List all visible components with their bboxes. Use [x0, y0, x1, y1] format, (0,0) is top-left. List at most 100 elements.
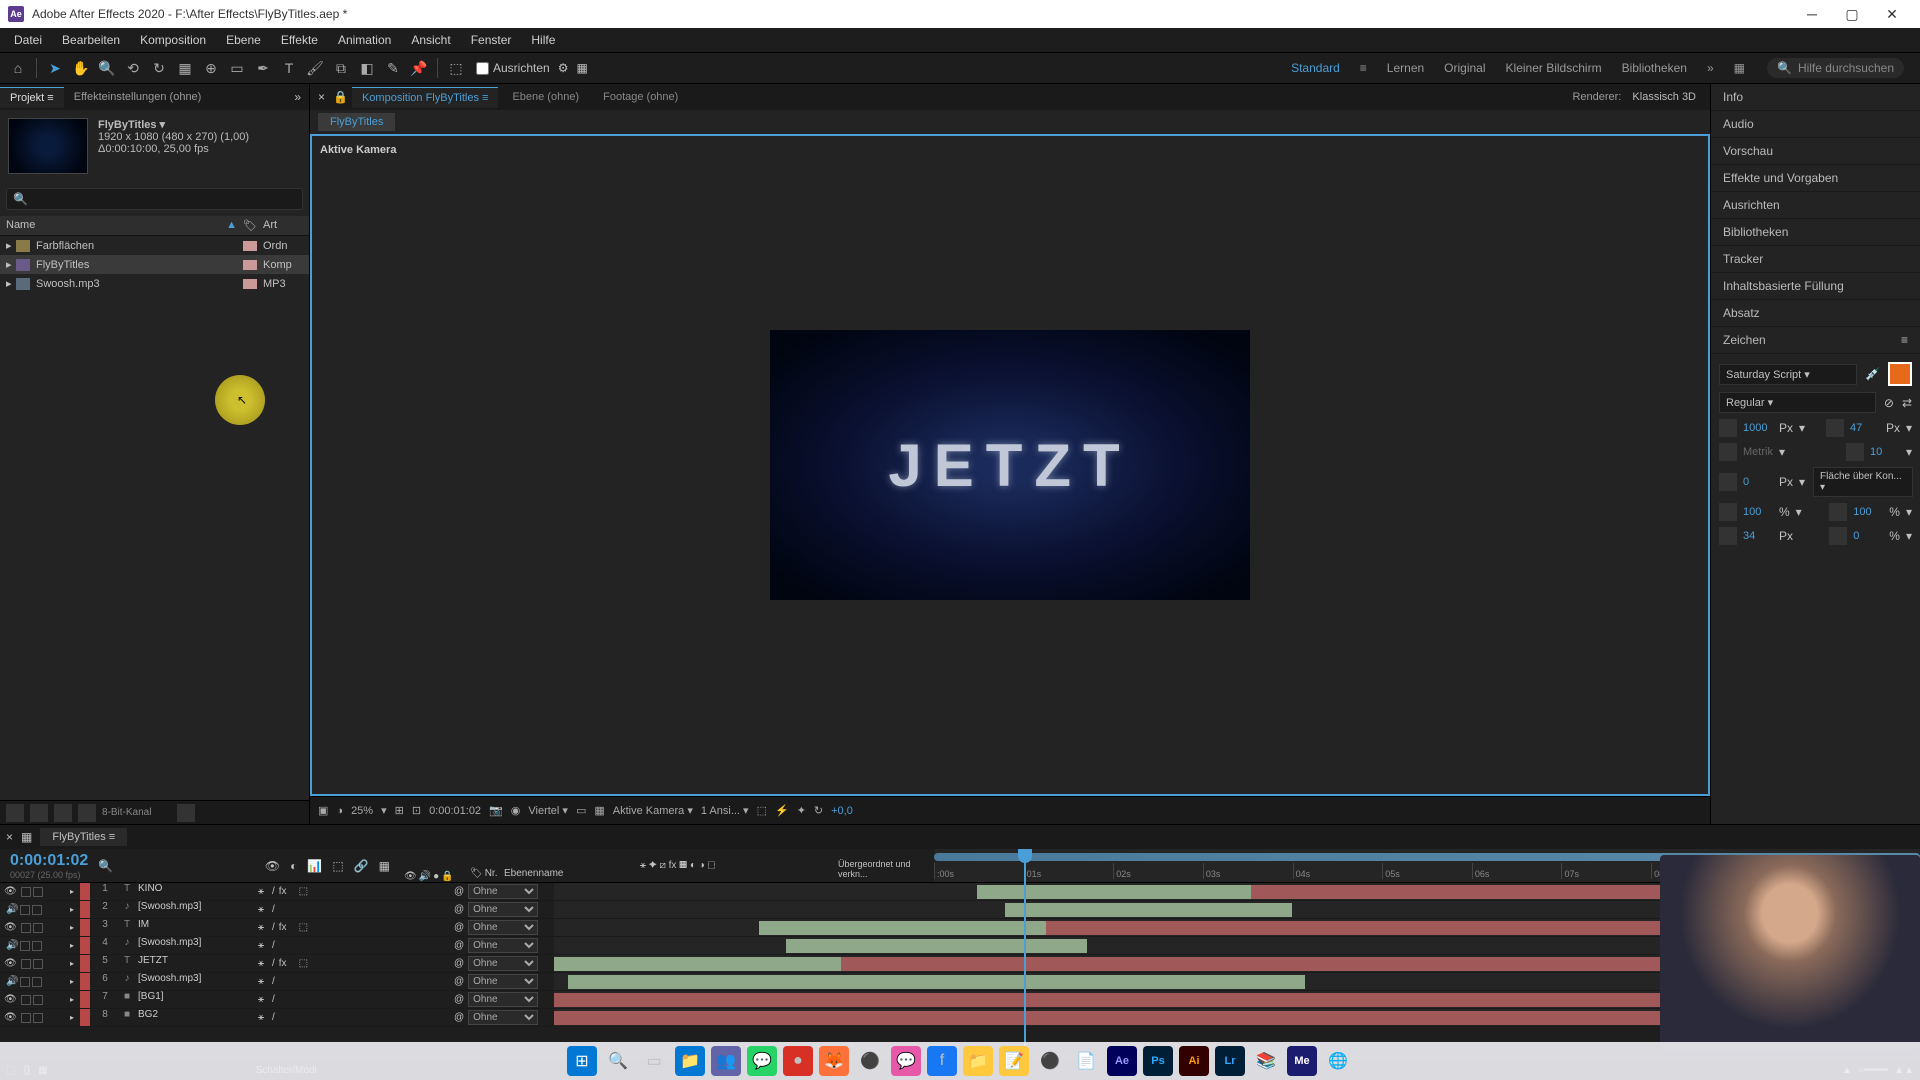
swap-colors-icon[interactable]: ⇄	[1902, 396, 1912, 410]
panel-ausrichten[interactable]: Ausrichten	[1711, 192, 1920, 219]
tab-projekt[interactable]: Projekt ≡	[0, 87, 64, 108]
tl-link-icon[interactable]: 🔗	[354, 859, 369, 873]
switch-speaker-icon[interactable]: 🔊	[419, 871, 431, 882]
composition-canvas[interactable]: JETZT	[770, 330, 1250, 600]
camera-dropdown[interactable]: Aktive Kamera ▾	[613, 804, 693, 817]
clone-tool-icon[interactable]: ⧉	[329, 56, 353, 80]
font-family-dropdown[interactable]: Saturday Script ▾	[1719, 364, 1857, 385]
tl-shy-icon[interactable]: 👁	[265, 859, 280, 873]
facebook-icon[interactable]: f	[927, 1046, 957, 1076]
new-folder-icon[interactable]	[30, 804, 48, 822]
viewer-subtab[interactable]: FlyByTitles	[318, 113, 395, 131]
taskbar-search-icon[interactable]: 🔍	[603, 1046, 633, 1076]
eraser-tool-icon[interactable]: ◧	[355, 56, 379, 80]
baseline-value[interactable]: 34	[1743, 530, 1773, 542]
selection-tool-icon[interactable]: ➤	[43, 56, 67, 80]
vf-guide-icon[interactable]: ⊡	[412, 804, 421, 817]
ausrichten-checkbox[interactable]	[476, 62, 489, 75]
minimize-button[interactable]: ─	[1792, 0, 1832, 28]
workspace-bar-icon[interactable]: ≡	[1360, 61, 1367, 75]
timeline-layer-row[interactable]: 🔊 ▸ 4 ♪ [Swoosh.mp3] ⚹/ @Ohne	[0, 937, 1920, 955]
taskview-icon[interactable]: ▭	[639, 1046, 669, 1076]
parent-dropdown[interactable]: Ohne	[468, 974, 538, 989]
tl-draft3d-icon[interactable]: ⬚	[332, 859, 343, 873]
firefox-icon[interactable]: 🦊	[819, 1046, 849, 1076]
menu-datei[interactable]: Datei	[4, 30, 52, 50]
tab-komposition[interactable]: Komposition FlyByTitles ≡	[352, 87, 498, 108]
switch-eye-icon[interactable]: 👁	[404, 871, 417, 882]
vf-3d-icon[interactable]: ⬚	[757, 804, 767, 817]
kerning-value[interactable]: Metrik	[1743, 446, 1773, 458]
vf-refresh-icon[interactable]: ↻	[814, 804, 823, 817]
menu-animation[interactable]: Animation	[328, 30, 401, 50]
sort-asc-icon[interactable]: ▲	[226, 219, 237, 232]
interpret-footage-icon[interactable]	[6, 804, 24, 822]
tsume-value[interactable]: 0	[1853, 530, 1883, 542]
workspace-kleiner[interactable]: Kleiner Bildschirm	[1506, 61, 1602, 75]
vf-snapshot-icon[interactable]: 📷	[489, 804, 503, 817]
project-item-list[interactable]: ▸FarbflächenOrdn▸FlyByTitlesKomp▸Swoosh.…	[0, 236, 309, 800]
hand-tool-icon[interactable]: ✋	[69, 56, 93, 80]
panel-absatz[interactable]: Absatz	[1711, 300, 1920, 327]
col-art[interactable]: Art	[263, 219, 303, 232]
parent-dropdown[interactable]: Ohne	[468, 1010, 538, 1025]
notes-icon[interactable]: 📝	[999, 1046, 1029, 1076]
menu-hilfe[interactable]: Hilfe	[521, 30, 565, 50]
panel-vorschau[interactable]: Vorschau	[1711, 138, 1920, 165]
panel-chevron-icon[interactable]: »	[286, 86, 309, 108]
workspace-original[interactable]: Original	[1444, 61, 1485, 75]
project-search[interactable]: 🔍	[6, 188, 303, 210]
workspace-grid-icon[interactable]: ▦	[1734, 61, 1745, 75]
workspace-more-icon[interactable]: »	[1707, 61, 1714, 75]
roto-tool-icon[interactable]: ✎	[381, 56, 405, 80]
snap-options-icon[interactable]: ⚙	[558, 61, 569, 75]
snap-grid-icon[interactable]: ▦	[576, 61, 587, 75]
workspace-bibliotheken[interactable]: Bibliotheken	[1622, 61, 1687, 75]
adjust-icon[interactable]	[78, 804, 96, 822]
pen-tool-icon[interactable]: ✒	[251, 56, 275, 80]
viewer-lock-icon[interactable]: 🔒	[333, 90, 348, 104]
vf-draft-icon[interactable]: ⚡	[775, 804, 789, 817]
fill-over-dropdown[interactable]: Fläche über Kon... ▾	[1813, 467, 1913, 497]
col-label[interactable]: 🏷	[243, 219, 263, 232]
panel-zeichen[interactable]: Zeichen≡	[1711, 327, 1920, 354]
rotate-tool-icon[interactable]: ↻	[147, 56, 171, 80]
brush-tool-icon[interactable]: 🖌	[303, 56, 327, 80]
vf-transparent-icon[interactable]: ▦	[594, 804, 604, 817]
folder-icon[interactable]: 📁	[963, 1046, 993, 1076]
timeline-layers[interactable]: 👁 ▸ 1 T KINO ⚹/fx⬚ @Ohne 🔊 ▸ 2 ♪ [Swoosh…	[0, 883, 1920, 1060]
menu-fenster[interactable]: Fenster	[461, 30, 522, 50]
vf-mask-icon[interactable]: ◑	[336, 805, 343, 817]
close-button[interactable]: ✕	[1872, 0, 1912, 28]
trash-icon[interactable]	[177, 804, 195, 822]
puppet-tool-icon[interactable]: 📌	[407, 56, 431, 80]
home-icon[interactable]: ⌂	[6, 56, 30, 80]
help-search[interactable]: 🔍 Hilfe durchsuchen	[1767, 58, 1904, 78]
vf-channel-icon[interactable]: ◉	[511, 804, 521, 817]
menu-effekte[interactable]: Effekte	[271, 30, 328, 50]
vf-roi-icon[interactable]: ▭	[576, 804, 586, 817]
maximize-button[interactable]: ▢	[1832, 0, 1872, 28]
camera-tool-icon[interactable]: ▦	[173, 56, 197, 80]
after-effects-icon[interactable]: Ae	[1107, 1046, 1137, 1076]
zoom-dropdown-icon[interactable]: ▾	[381, 804, 387, 817]
col-name[interactable]: Name	[6, 219, 226, 232]
renderer-value[interactable]: Klassisch 3D	[1632, 91, 1696, 103]
pan-behind-tool-icon[interactable]: ⊕	[199, 56, 223, 80]
bpc-label[interactable]: 8-Bit-Kanal	[102, 807, 151, 818]
tl-blur-icon[interactable]: ◐	[290, 859, 297, 873]
whatsapp-icon[interactable]: 💬	[747, 1046, 777, 1076]
app-misc-icon[interactable]: ⚫	[855, 1046, 885, 1076]
fill-color-swatch[interactable]	[1888, 362, 1912, 386]
type-tool-icon[interactable]: T	[277, 56, 301, 80]
timeline-timecode[interactable]: 0:00:01:02	[10, 852, 88, 870]
teams-icon[interactable]: 👥	[711, 1046, 741, 1076]
timeline-layer-row[interactable]: 🔊 ▸ 2 ♪ [Swoosh.mp3] ⚹/ @Ohne	[0, 901, 1920, 919]
workspace-lernen[interactable]: Lernen	[1387, 61, 1424, 75]
label-col-icon[interactable]: 🏷	[470, 868, 483, 879]
font-style-dropdown[interactable]: Regular ▾	[1719, 392, 1876, 413]
tab-footage[interactable]: Footage (ohne)	[593, 87, 688, 107]
viewer-close-icon[interactable]: ×	[314, 90, 329, 104]
playhead[interactable]	[1024, 849, 1026, 1049]
project-item[interactable]: ▸Swoosh.mp3MP3	[0, 274, 309, 293]
